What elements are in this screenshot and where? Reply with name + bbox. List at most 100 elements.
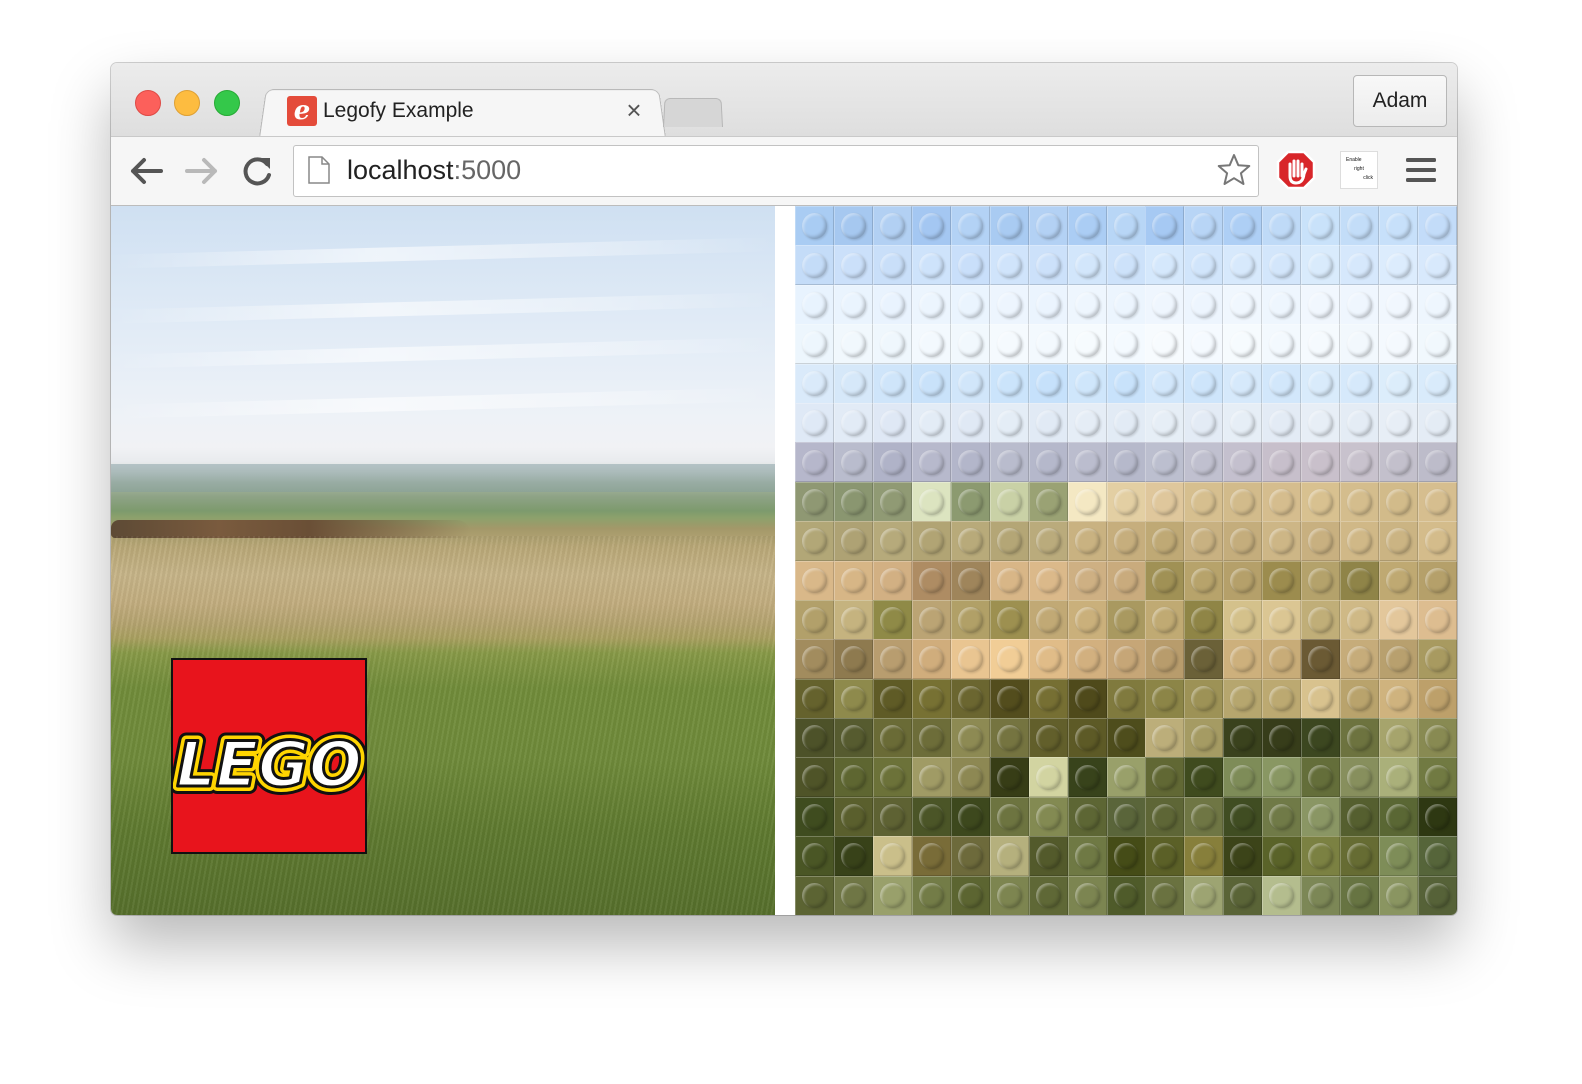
original-photo: LEGO LEGO LEGO xyxy=(111,206,775,915)
lego-brick xyxy=(1028,324,1068,365)
lego-stud xyxy=(1425,646,1451,673)
lego-stud xyxy=(996,370,1022,397)
lego-stud xyxy=(1035,528,1061,554)
lego-stud xyxy=(1074,607,1100,633)
lego-stud xyxy=(1425,804,1451,830)
lego-stud xyxy=(996,567,1022,594)
lego-brick xyxy=(989,402,1029,443)
lego-stud xyxy=(1152,725,1178,751)
lego-stud xyxy=(957,528,983,554)
lego-stud xyxy=(1230,213,1256,239)
lego-brick xyxy=(1262,836,1302,877)
lego-stud xyxy=(1113,410,1139,436)
lego-brick xyxy=(795,718,834,759)
lego-stud xyxy=(1191,882,1217,909)
lego-brick xyxy=(1223,796,1263,837)
lego-brick xyxy=(1379,599,1419,640)
enable-right-click-extension[interactable]: Enable right click xyxy=(1340,151,1378,189)
forward-arrow-icon[interactable] xyxy=(181,153,221,189)
star-icon[interactable] xyxy=(1216,152,1252,188)
lego-brick xyxy=(1262,206,1302,246)
lego-brick xyxy=(950,836,990,877)
toolbar: localhost:5000 Enable right click xyxy=(111,136,1457,206)
url-text[interactable]: localhost:5000 xyxy=(347,155,521,186)
window-close-button[interactable] xyxy=(135,90,161,116)
lego-brick xyxy=(1223,599,1263,640)
lego-stud xyxy=(1191,252,1217,279)
tab-content[interactable]: e Legofy Example × xyxy=(287,93,647,133)
lego-brick xyxy=(1223,363,1263,404)
lego-brick xyxy=(1184,639,1224,680)
lego-stud xyxy=(840,607,866,633)
tab-close-icon[interactable]: × xyxy=(621,95,647,126)
lego-stud xyxy=(1425,528,1451,554)
lego-brick xyxy=(1067,875,1107,915)
lego-stud xyxy=(1347,685,1373,712)
lego-brick xyxy=(1418,442,1457,483)
lego-brick xyxy=(1223,245,1263,286)
lego-brick xyxy=(989,560,1029,601)
lego-stud xyxy=(1308,804,1334,830)
lego-brick xyxy=(1223,875,1263,915)
lego-stud xyxy=(957,843,983,869)
lego-brick xyxy=(1418,639,1457,680)
lego-brick xyxy=(1028,639,1068,680)
lego-brick xyxy=(872,639,912,680)
lego-stud xyxy=(957,764,983,791)
lego-stud xyxy=(1152,567,1178,594)
lego-stud xyxy=(957,725,983,751)
window-minimize-button[interactable] xyxy=(174,90,200,116)
back-arrow-icon[interactable] xyxy=(127,153,167,189)
lego-stud xyxy=(1425,213,1451,239)
lego-brick xyxy=(950,718,990,759)
lego-brick xyxy=(1145,560,1185,601)
lego-brick xyxy=(1106,442,1146,483)
lego-brick xyxy=(1379,324,1419,365)
lego-stud xyxy=(1191,685,1217,712)
hamburger-menu-icon[interactable] xyxy=(1404,155,1438,185)
lego-brick xyxy=(1418,521,1457,562)
lego-stud xyxy=(1035,331,1061,357)
lego-brick xyxy=(833,206,873,246)
lego-stud xyxy=(1152,291,1178,318)
profile-button[interactable]: Adam xyxy=(1353,75,1447,127)
lego-stud xyxy=(1308,685,1334,712)
lego-brick xyxy=(950,206,990,246)
lego-brick xyxy=(1262,796,1302,837)
lego-stud xyxy=(1230,528,1256,554)
lego-stud xyxy=(1152,252,1178,279)
lego-brick xyxy=(950,245,990,286)
lego-brick xyxy=(1418,875,1457,915)
lego-stud xyxy=(1074,764,1100,791)
lego-stud xyxy=(1074,331,1100,357)
lego-stud xyxy=(1113,213,1139,239)
lego-brick xyxy=(795,875,834,915)
lego-brick xyxy=(1028,206,1068,246)
stop-hand-icon[interactable] xyxy=(1276,150,1316,190)
lego-stud xyxy=(1269,331,1295,357)
lego-stud xyxy=(1308,291,1334,318)
lego-brick xyxy=(911,560,951,601)
lego-stud xyxy=(802,291,827,318)
lego-brick xyxy=(1223,284,1263,325)
reload-icon[interactable] xyxy=(237,153,277,189)
lego-brick xyxy=(1379,442,1419,483)
lego-stud xyxy=(1386,725,1412,751)
lego-brick xyxy=(1418,678,1457,719)
lego-stud xyxy=(1035,567,1061,594)
lego-brick xyxy=(911,836,951,877)
lego-stud xyxy=(1347,370,1373,397)
lego-stud xyxy=(957,804,983,830)
lego-brick xyxy=(1223,639,1263,680)
lego-stud xyxy=(1113,252,1139,279)
lego-brick xyxy=(1106,284,1146,325)
lego-stud xyxy=(1386,213,1412,239)
address-bar[interactable]: localhost:5000 xyxy=(293,145,1259,197)
lego-brick xyxy=(989,639,1029,680)
lego-stud xyxy=(1347,725,1373,751)
new-tab-button[interactable] xyxy=(663,98,723,127)
lego-brick xyxy=(1340,718,1380,759)
lego-stud xyxy=(1308,764,1334,791)
lego-stud xyxy=(1425,370,1451,397)
window-maximize-button[interactable] xyxy=(214,90,240,116)
